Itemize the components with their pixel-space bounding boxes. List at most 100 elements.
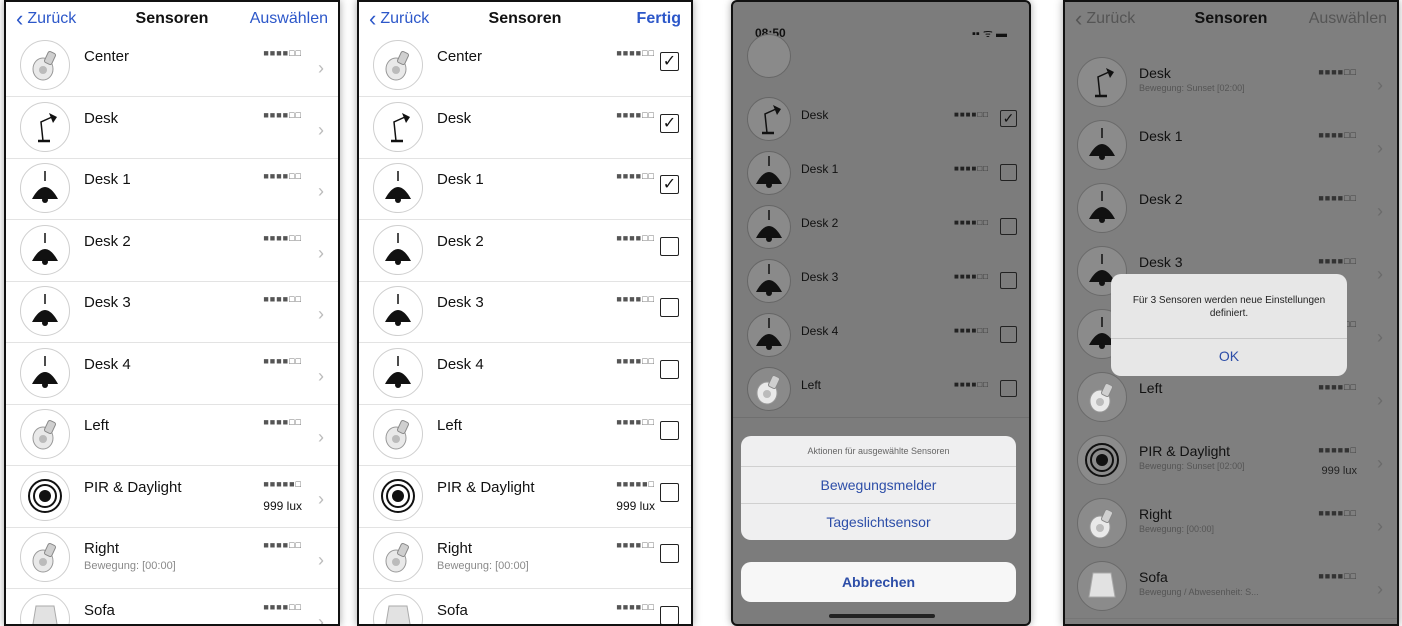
sensor-row[interactable]: Desk Bewegung: Sunset [02:00] ■■■■□□ › [1065,51,1397,115]
sensor-row[interactable]: Desk 1 ■■■■□□ [733,146,1029,202]
sensor-row[interactable]: Desk 4 ■■■■□□ › [6,342,338,405]
sensor-row[interactable]: PIR & Daylight ■■■■■□ 999 lux › [6,465,338,528]
ok-button[interactable]: OK [1111,348,1347,364]
row-checkbox[interactable] [1000,380,1017,397]
signal-strength: ■■■■□□ [263,417,302,427]
sensor-name: Desk 4 [84,355,131,373]
alert-divider [1111,338,1347,339]
pendant-lamp-icon [1077,183,1127,233]
sensor-name: PIR & Daylight [1139,443,1231,459]
action-motion-sensor[interactable]: Bewegungsmelder [741,467,1016,504]
sensor-name: Sofa [1139,569,1168,585]
sensor-row[interactable]: Desk 4 ■■■■□□ [359,342,691,405]
sensor-name: Desk 2 [437,232,484,250]
done-button[interactable]: Fertig [637,10,681,28]
sensor-name: Desk 1 [801,162,839,176]
sensor-row[interactable]: Desk 2 ■■■■□□ [359,219,691,282]
pendant-lamp-icon [20,347,70,398]
bulb-icon [20,532,70,582]
signal-strength: ■■■■□□ [263,232,302,243]
pendant-lamp-icon [747,34,791,78]
nav-bar: ‹ Zurück Sensoren Auswählen [1065,2,1397,34]
sensor-row[interactable]: Sofa ■■■■□□ [359,588,691,624]
row-checkbox[interactable]: ✓ [660,52,679,71]
chevron-right-icon: › [1377,75,1383,95]
signal-strength: ■■■■□□ [1318,130,1357,140]
row-checkbox[interactable] [1000,326,1017,343]
row-checkbox[interactable] [1000,218,1017,235]
cancel-button[interactable]: Abbrechen [741,562,1016,602]
chevron-right-icon: › [318,304,324,324]
sensor-row[interactable]: Desk 2 ■■■■□□ › [6,219,338,282]
lux-value: 999 lux [1321,465,1357,477]
sensor-row[interactable] [733,34,1029,93]
chevron-right-icon: › [318,427,324,447]
bulb-icon [373,532,423,582]
sensor-row[interactable]: Right Bewegung: [00:00] ■■■■□□ › [6,526,338,589]
pendant-lamp-icon [373,224,423,275]
sensor-row[interactable]: Desk 1 ■■■■□□ › [6,157,338,220]
signal-strength: ■■■■□□ [616,109,655,120]
row-checkbox[interactable] [660,359,679,379]
chevron-right-icon: › [318,550,324,570]
row-checkbox[interactable] [660,298,679,317]
sensor-row[interactable]: Desk ■■■■□□ ✓ [359,96,691,159]
sensor-name: Right [437,540,473,557]
sensor-row[interactable]: Desk 4 ■■■■□□ [733,308,1029,364]
sensor-row[interactable]: Sofa Bewegung / Abwesenheit: S... ■■■■□□ › [1065,555,1397,619]
sensor-row[interactable]: Desk ■■■■□□ › [6,96,338,159]
pendant-lamp-icon [747,259,791,303]
sensor-status: Bewegung / Abwesenheit: S... [1139,587,1259,597]
select-button[interactable]: Auswählen [250,10,328,28]
sensor-row[interactable]: PIR & Daylight ■■■■■□ 999 lux [359,465,691,528]
sensor-row[interactable]: Left ■■■■□□ [733,362,1029,418]
sensor-row[interactable]: Desk 2 ■■■■□□ › [1065,177,1397,241]
sensor-icon [373,470,423,521]
sensor-row[interactable]: Sofa ■■■■□□ › [6,588,338,626]
chevron-right-icon: › [318,242,324,263]
row-checkbox[interactable] [660,544,679,563]
sensor-row[interactable]: Desk 1 ■■■■□□ ✓ [359,157,691,220]
select-button[interactable]: Auswählen [1309,10,1387,28]
sensor-row[interactable]: Desk 3 ■■■■□□ [733,254,1029,310]
sensor-row[interactable]: Desk 1 ■■■■□□ › [1065,114,1397,178]
row-checkbox[interactable] [1000,272,1017,289]
sensor-name: Desk [801,108,829,122]
sensor-row[interactable]: Desk 3 ■■■■□□ › [6,280,338,343]
chevron-right-icon: › [318,611,324,626]
action-daylight-sensor[interactable]: Tageslichtsensor [741,504,1016,540]
lux-value: 999 lux [263,498,302,513]
sensor-icon [1077,435,1127,485]
signal-strength: ■■■■□□ [1318,67,1357,77]
sensor-row[interactable]: Right Bewegung: [00:00] ■■■■□□ › [1065,492,1397,556]
sensor-row[interactable]: Left ■■■■□□ [359,403,691,466]
sensor-row[interactable]: Desk ■■■■□□ ✓ [733,92,1029,148]
signal-strength: ■■■■□□ [954,164,989,173]
pendant-lamp-icon [373,286,423,336]
row-checkbox[interactable] [660,421,679,440]
sensor-name: Desk [84,109,119,127]
signal-strength: ■■■■■□ [616,478,655,489]
sensor-name: PIR & Daylight [437,478,535,496]
signal-strength: ■■■■□□ [616,540,655,550]
sensor-name: Right [1139,506,1172,522]
sensor-name: Left [437,417,463,434]
sensor-row[interactable]: PIR & Daylight Bewegung: Sunset [02:00] ■■… [1065,429,1397,493]
sensor-row[interactable]: Desk 2 ■■■■□□ [733,200,1029,256]
row-checkbox[interactable] [660,482,679,502]
row-checkbox[interactable]: ✓ [1000,110,1017,127]
sensor-row[interactable]: Left ■■■■□□ › [6,403,338,466]
chevron-right-icon: › [318,181,324,201]
row-checkbox[interactable] [1000,164,1017,181]
row-checkbox[interactable]: ✓ [660,175,679,194]
signal-strength: ■■■■□□ [1318,382,1357,392]
sensor-row[interactable]: Desk 3 ■■■■□□ [359,280,691,343]
row-checkbox[interactable]: ✓ [660,113,679,133]
row-checkbox[interactable] [660,236,679,256]
row-checkbox[interactable] [660,605,679,624]
sensor-icon [20,470,70,521]
sensor-row[interactable]: Center ■■■■□□ ✓ [359,34,691,97]
sensor-row[interactable]: Center ■■■■□□ › [6,34,338,97]
signal-strength: ■■■■□□ [1318,256,1357,266]
sensor-row[interactable]: Right Bewegung: [00:00] ■■■■□□ [359,526,691,589]
